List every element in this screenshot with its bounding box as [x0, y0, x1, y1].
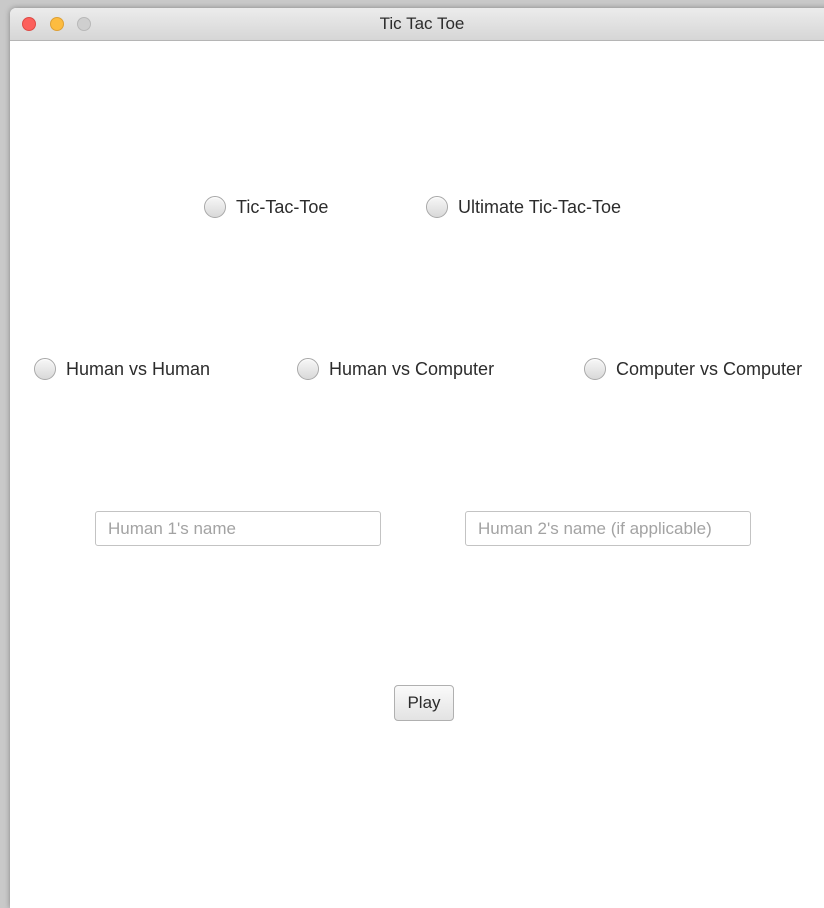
- radio-label: Ultimate Tic-Tac-Toe: [458, 196, 622, 217]
- player2-name-input[interactable]: [465, 511, 751, 546]
- player1-name-input[interactable]: [95, 511, 381, 546]
- radio-label: Human vs Human: [66, 358, 211, 379]
- radio-label: Human vs Computer: [329, 358, 495, 379]
- radio-computer-vs-computer[interactable]: Computer vs Computer: [584, 358, 802, 380]
- play-button[interactable]: Play: [394, 685, 454, 721]
- title-bar: Tic Tac Toe: [10, 8, 824, 41]
- radio-tic-tac-toe[interactable]: Tic-Tac-Toe: [204, 196, 328, 218]
- radio-label: Tic-Tac-Toe: [236, 196, 329, 217]
- radio-label: Computer vs Computer: [616, 358, 803, 379]
- app-window: Tic Tac Toe Tic-Tac-Toe Ultimate Tic-Tac…: [10, 8, 824, 908]
- window-title: Tic Tac Toe: [379, 14, 465, 33]
- radio-human-vs-human[interactable]: Human vs Human: [34, 358, 210, 380]
- radio-circle-icon[interactable]: [584, 358, 606, 380]
- radio-human-vs-computer[interactable]: Human vs Computer: [297, 358, 494, 380]
- radio-ultimate-tic-tac-toe[interactable]: Ultimate Tic-Tac-Toe: [426, 196, 621, 218]
- radio-circle-icon[interactable]: [34, 358, 56, 380]
- radio-circle-icon[interactable]: [426, 196, 448, 218]
- radio-circle-icon[interactable]: [204, 196, 226, 218]
- main-content: Tic-Tac-Toe Ultimate Tic-Tac-Toe Human v…: [10, 41, 824, 908]
- radio-circle-icon[interactable]: [297, 358, 319, 380]
